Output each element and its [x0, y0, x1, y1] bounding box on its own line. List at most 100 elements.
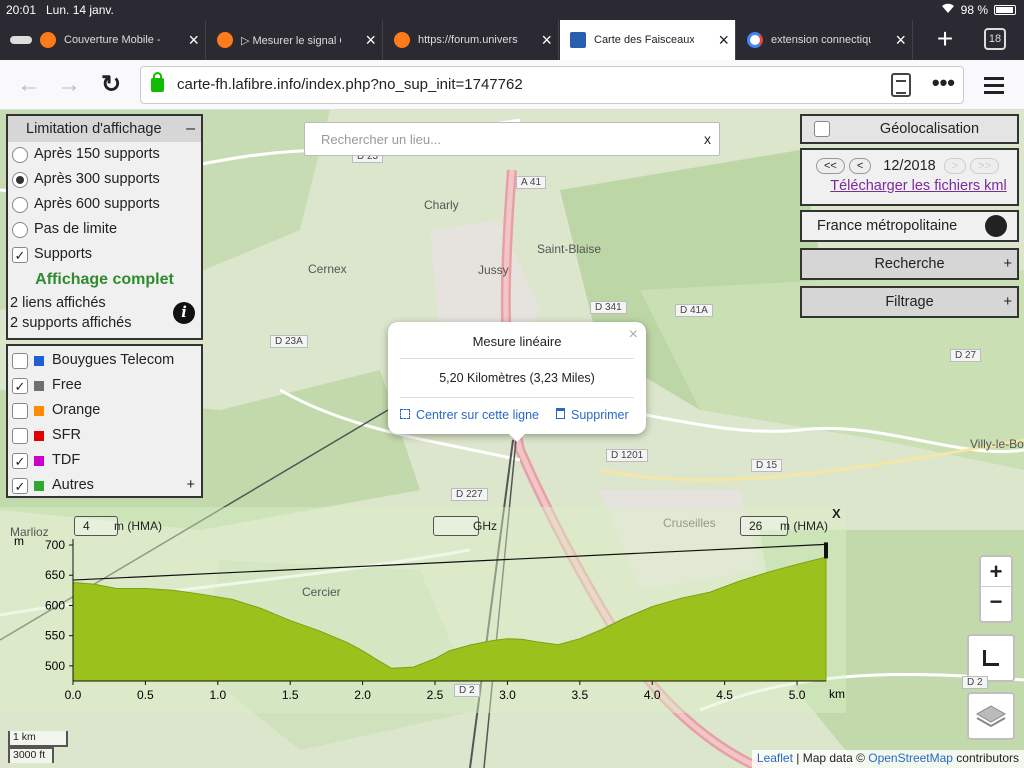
place-label: Cercier: [302, 585, 341, 599]
divider: [400, 397, 634, 398]
back-button[interactable]: ←: [14, 70, 44, 100]
expand-button: +: [1003, 256, 1012, 272]
radio-button-selected[interactable]: [12, 171, 28, 188]
prev-date-button[interactable]: <: [848, 158, 872, 174]
info-icon[interactable]: i: [173, 302, 195, 324]
tab-1[interactable]: Couverture Mobile - C ×: [0, 20, 206, 60]
operator-checkbox[interactable]: [12, 427, 28, 444]
trash-icon: [556, 408, 565, 419]
close-icon[interactable]: ×: [629, 326, 638, 344]
close-icon[interactable]: ×: [541, 30, 552, 51]
tab-title: Couverture Mobile - C: [64, 34, 164, 46]
clear-search-button[interactable]: x: [704, 131, 711, 147]
operator-bouygues[interactable]: Bouygues Telecom: [8, 348, 201, 373]
delete-measure-button[interactable]: Supprimer: [556, 408, 629, 422]
operator-label: Orange: [52, 402, 101, 418]
forward-button[interactable]: →: [54, 70, 84, 100]
limit-option-300[interactable]: Après 300 supports: [8, 167, 201, 192]
geolocation-toggle[interactable]: Géolocalisation: [800, 114, 1019, 144]
page-actions-menu[interactable]: •••: [932, 70, 955, 96]
limit-option-600[interactable]: Après 600 supports: [8, 192, 201, 217]
zoom-in-button[interactable]: +: [981, 557, 1011, 587]
operator-checkbox[interactable]: ✓: [12, 477, 28, 494]
panel-header[interactable]: Limitation d'affichage –: [8, 116, 201, 142]
operator-free[interactable]: ✓ Free: [8, 373, 201, 398]
road-label: D 227: [451, 488, 488, 501]
zoom-out-button[interactable]: −: [981, 587, 1011, 617]
tab-4[interactable]: Carte des Faisceaux H ×: [560, 20, 736, 60]
leaflet-link[interactable]: Leaflet: [757, 751, 793, 765]
new-tab-button[interactable]: +: [928, 20, 962, 60]
operator-checkbox[interactable]: ✓: [12, 452, 28, 469]
wifi-icon: [941, 3, 955, 17]
road-label: D 23A: [270, 335, 308, 348]
operator-checkbox[interactable]: [12, 402, 28, 419]
osm-link[interactable]: OpenStreetMap: [868, 751, 953, 765]
filter-section-button[interactable]: Filtrage +: [800, 286, 1019, 318]
scale-imperial: 3000 ft: [8, 747, 54, 763]
nav-bar: ← → ↻ carte-fh.lafibre.info/index.php?no…: [0, 60, 1024, 110]
map-scale: 1 km 3000 ft: [8, 731, 68, 763]
reader-mode-icon[interactable]: [891, 73, 911, 97]
tab-3[interactable]: https://forum.universfr ×: [384, 20, 559, 60]
place-label: Cernex: [308, 262, 347, 276]
layers-button[interactable]: [967, 692, 1015, 740]
measure-tool-button[interactable]: [967, 634, 1015, 682]
tab-title: https://forum.universfr: [418, 34, 518, 46]
search-section-button[interactable]: Recherche +: [800, 248, 1019, 280]
operator-checkbox[interactable]: ✓: [12, 377, 28, 394]
road-label: D 15: [751, 459, 783, 472]
place-search[interactable]: Rechercher un lieu... x: [304, 122, 720, 156]
operator-tdf[interactable]: ✓ TDF: [8, 448, 201, 473]
tab-bar: Couverture Mobile - C × ▷ Mesurer le sig…: [0, 20, 1024, 60]
menu-icon[interactable]: [984, 74, 1004, 96]
road-label: D 341: [590, 301, 627, 314]
operator-checkbox[interactable]: [12, 352, 28, 369]
search-input[interactable]: Rechercher un lieu...: [321, 132, 441, 147]
reload-button[interactable]: ↻: [96, 70, 126, 100]
ruler-icon: [983, 650, 999, 666]
status-right: 98 %: [941, 3, 1016, 17]
close-icon[interactable]: ×: [895, 30, 906, 51]
firefox-icon: [217, 32, 233, 48]
center-line-button[interactable]: Centrer sur cette ligne: [400, 408, 539, 422]
option-label: Après 300 supports: [34, 171, 160, 187]
radio-button[interactable]: [12, 221, 28, 238]
close-icon[interactable]: ×: [365, 30, 376, 51]
supports-toggle[interactable]: ✓ Supports: [8, 242, 201, 267]
tab-count-button[interactable]: 18: [984, 28, 1006, 50]
close-icon[interactable]: ×: [718, 30, 729, 51]
site-favicon: [570, 32, 586, 48]
map-attribution: Leaflet | Map data © OpenStreetMap contr…: [751, 750, 1024, 768]
tab-2[interactable]: ▷ Mesurer le signal G ×: [207, 20, 383, 60]
limit-option-150[interactable]: Après 150 supports: [8, 142, 201, 167]
region-selector[interactable]: France métropolitaine: [800, 210, 1019, 242]
next-date-button[interactable]: >: [943, 158, 967, 174]
date-navigator: << < 12/2018 > >> Télécharger les fichie…: [800, 148, 1019, 206]
tab-5[interactable]: extension connectique ×: [737, 20, 913, 60]
download-kml-link[interactable]: Télécharger les fichiers kml: [802, 178, 1017, 194]
expand-button[interactable]: +: [187, 473, 195, 498]
color-swatch: [34, 430, 44, 441]
first-date-button[interactable]: <<: [815, 158, 845, 174]
close-profile-button[interactable]: X: [832, 506, 841, 521]
collapse-button[interactable]: –: [186, 116, 195, 142]
radio-button[interactable]: [12, 146, 28, 163]
geolocation-checkbox[interactable]: [814, 121, 830, 137]
operator-sfr[interactable]: SFR: [8, 423, 201, 448]
close-icon[interactable]: ×: [188, 30, 199, 51]
operator-autres[interactable]: ✓ Autres +: [8, 473, 201, 498]
color-swatch: [34, 405, 44, 416]
option-label: Pas de limite: [34, 221, 118, 237]
globe-icon[interactable]: [985, 215, 1007, 237]
operator-orange[interactable]: Orange: [8, 398, 201, 423]
last-date-button[interactable]: >>: [970, 158, 999, 174]
supports-label: Supports: [34, 246, 93, 262]
supports-checkbox[interactable]: ✓: [12, 246, 28, 263]
full-display-status: Affichage complet: [35, 271, 174, 288]
url-bar[interactable]: carte-fh.lafibre.info/index.php?no_sup_i…: [140, 66, 964, 104]
limit-option-none[interactable]: Pas de limite: [8, 217, 201, 242]
left-height-input[interactable]: 4: [74, 516, 118, 536]
url-text[interactable]: carte-fh.lafibre.info/index.php?no_sup_i…: [177, 76, 523, 93]
radio-button[interactable]: [12, 196, 28, 213]
